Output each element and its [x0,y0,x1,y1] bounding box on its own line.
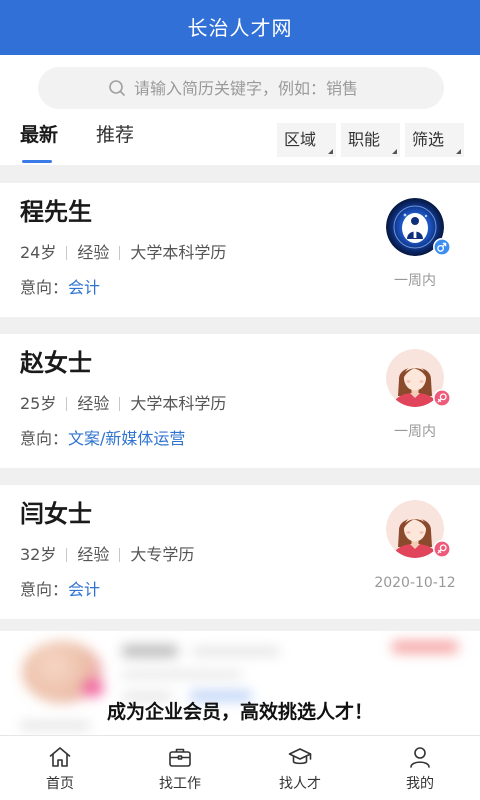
candidate-age: 32岁 [20,545,57,564]
app-header: 长治人才网 [0,0,480,55]
nav-label: 找人才 [279,776,321,792]
candidate-education: 大专学历 [130,545,195,564]
candidate-card[interactable]: 闫女士 32岁 经验 大专学历 意向：会计 2020-10-12 [0,485,480,619]
blurred-line [122,645,178,657]
detail-divider [119,397,121,411]
candidate-education: 大学本科学历 [130,243,227,262]
detail-divider [66,246,68,260]
active-tab-indicator [22,160,52,163]
dropdown-corner-icon [456,149,461,154]
filter-label: 区域 [284,130,317,149]
intent-label: 意向： [20,278,69,297]
candidate-name: 赵女士 [20,349,92,377]
app-title: 长治人才网 [187,15,293,40]
nav-mine[interactable]: 我的 [360,736,480,800]
filter-label: 职能 [348,130,381,149]
filter-function-button[interactable]: 职能 [341,123,400,157]
candidate-age: 25岁 [20,394,57,413]
search-icon [108,79,126,97]
intent-label: 意向： [20,580,69,599]
filter-label: 筛选 [412,130,445,149]
graduation-cap-icon [287,744,313,770]
divider [0,468,480,485]
nav-find-job[interactable]: 找工作 [120,736,240,800]
female-icon [433,389,451,407]
divider [0,619,480,631]
detail-divider [66,397,68,411]
intent-value: 会计 [68,278,101,297]
nav-home[interactable]: 首页 [0,736,120,800]
nav-label: 我的 [406,776,434,792]
female-icon [433,540,451,558]
candidate-details: 24岁 经验 大学本科学历 [20,242,226,264]
blurred-line [192,648,280,655]
candidate-card[interactable]: 赵女士 25岁 经验 大学本科学历 意向：文案/新媒体运营 一周内 [0,334,480,468]
male-icon [433,238,451,256]
candidate-experience: 经验 [77,243,110,262]
nav-find-talent[interactable]: 找人才 [240,736,360,800]
user-icon [407,744,433,770]
dropdown-corner-icon [392,149,397,154]
intent-value: 文案/新媒体运营 [68,429,186,448]
member-promo[interactable]: 成为企业会员，高效挑选人才！ [0,631,480,735]
search-input[interactable] [134,78,374,98]
divider [0,165,480,183]
filter-region-button[interactable]: 区域 [277,123,336,157]
candidate-age: 24岁 [20,243,57,262]
dropdown-corner-icon [328,149,333,154]
intent-label: 意向： [20,429,69,448]
blurred-line [122,693,172,700]
candidate-education: 大学本科学历 [130,394,227,413]
detail-divider [119,246,121,260]
candidate-name: 闫女士 [20,500,92,528]
intent-value: 会计 [68,580,101,599]
blurred-badge [82,679,104,697]
nav-label: 首页 [46,776,74,792]
candidate-name: 程先生 [20,198,92,226]
bottom-nav: 首页 找工作 找人才 我的 [0,735,480,800]
blurred-tag [392,641,458,653]
divider [0,317,480,334]
candidate-experience: 经验 [77,394,110,413]
candidate-card[interactable]: 程先生 24岁 经验 大学本科学历 意向：会计 一周内 [0,183,480,317]
filter-bar: 区域 职能 筛选 [277,123,464,157]
detail-divider [119,548,121,562]
candidate-details: 25岁 经验 大学本科学历 [20,393,226,415]
tab-latest[interactable]: 最新 [20,122,58,148]
blurred-line [122,671,242,678]
candidate-intent: 意向：会计 [20,579,100,601]
briefcase-icon [167,744,193,770]
search-bar[interactable] [38,67,444,109]
candidate-update-time: 一周内 [394,273,436,289]
nav-label: 找工作 [159,776,201,792]
candidate-update-time: 2020-10-12 [374,575,456,591]
candidate-details: 32岁 经验 大专学历 [20,544,194,566]
candidate-experience: 经验 [77,545,110,564]
home-icon [47,744,73,770]
detail-divider [66,548,68,562]
tab-recommend[interactable]: 推荐 [96,122,134,148]
candidate-intent: 意向：文案/新媒体运营 [20,428,185,450]
candidate-update-time: 一周内 [394,424,436,440]
filter-more-button[interactable]: 筛选 [405,123,464,157]
member-promo-text: 成为企业会员，高效挑选人才！ [106,701,373,723]
candidate-intent: 意向：会计 [20,277,100,299]
